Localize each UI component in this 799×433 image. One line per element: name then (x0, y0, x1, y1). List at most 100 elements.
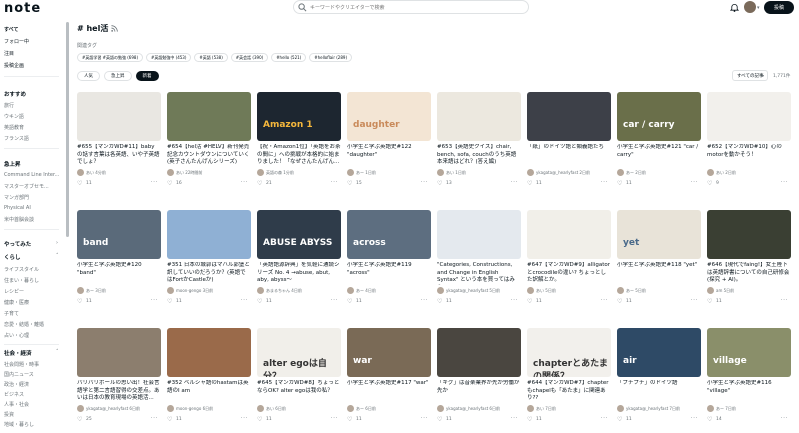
heart-icon[interactable]: ♡ (527, 180, 532, 187)
author-avatar[interactable] (617, 405, 624, 412)
heart-icon[interactable]: ♡ (347, 298, 352, 305)
article-thumbnail[interactable] (77, 92, 161, 141)
heart-icon[interactable]: ♡ (347, 416, 352, 423)
author-name[interactable]: あー 1日前 (356, 170, 376, 176)
article-thumbnail[interactable]: air (617, 328, 701, 377)
heart-icon[interactable]: ♡ (77, 180, 82, 187)
author-avatar[interactable] (347, 287, 354, 294)
author-name[interactable]: あー 5日前 (626, 288, 646, 294)
post-button[interactable]: 投稿 (764, 1, 794, 14)
article-title[interactable]: #653【英語史クイズ】chair, bench, sofa, couchのうち… (437, 144, 521, 167)
article-author[interactable]: am 5日前 (707, 287, 791, 295)
more-icon[interactable]: ··· (601, 297, 608, 304)
author-avatar[interactable] (167, 287, 174, 294)
more-icon[interactable]: ··· (151, 297, 158, 304)
author-name[interactable]: ykagata@_hearlyfast 5日前 (446, 288, 500, 294)
author-avatar[interactable] (437, 405, 444, 412)
sidebar-item-recommend[interactable]: 旅行 (4, 102, 14, 109)
article-thumbnail[interactable] (167, 210, 251, 259)
article-thumbnail[interactable]: across (347, 210, 431, 259)
heart-icon[interactable]: ♡ (167, 180, 172, 187)
article-thumbnail[interactable]: band (77, 210, 161, 259)
article-author[interactable]: あー 3日前 (77, 287, 161, 295)
more-icon[interactable]: ··· (781, 297, 788, 304)
article-title[interactable]: バリバリポールの思い出！社会言語学と第二言語習得の交差点。あいは日本の教育現場の… (77, 380, 161, 403)
article-type-select[interactable]: すべての記事 ▾ (732, 70, 768, 81)
author-avatar[interactable] (437, 287, 444, 294)
heart-icon[interactable]: ♡ (257, 180, 262, 187)
article-author[interactable]: あい 7日前 (527, 405, 611, 413)
article-thumbnail[interactable]: car / carry (617, 92, 701, 141)
article-title[interactable]: #654【hel活 #HELV】新刊発売記念カウントダウンについていく(英子さん… (167, 144, 251, 167)
article-thumbnail[interactable]: yet (617, 210, 701, 259)
sidebar-item-society[interactable]: ビジネス (4, 391, 24, 398)
sidebar-item-life[interactable]: レシピー (4, 288, 24, 295)
more-icon[interactable]: ··· (241, 415, 248, 422)
article-title[interactable]: 小学生と学ぶ英語史#122 "daughter" (347, 144, 431, 159)
tab-0[interactable]: 人気 (77, 71, 100, 81)
article-title[interactable]: #647【マンガWD#9】alligatorとcrocodileの違い? ちょっ… (527, 262, 611, 285)
heart-icon[interactable]: ♡ (347, 180, 352, 187)
search-box[interactable] (293, 0, 529, 14)
article-thumbnail[interactable] (437, 92, 521, 141)
author-avatar[interactable] (527, 287, 534, 294)
more-icon[interactable]: ··· (331, 297, 338, 304)
heart-icon[interactable]: ♡ (527, 298, 532, 305)
sidebar-section-trymore[interactable]: やってみた (4, 240, 31, 248)
author-name[interactable]: あー 7日前 (716, 406, 736, 412)
author-name[interactable]: あい 2日前 (716, 170, 736, 176)
author-avatar[interactable] (527, 405, 534, 412)
heart-icon[interactable]: ♡ (257, 298, 262, 305)
author-avatar[interactable] (257, 287, 264, 294)
heart-icon[interactable]: ♡ (257, 416, 262, 423)
more-icon[interactable]: ··· (241, 297, 248, 304)
article-title[interactable]: 小学生と学ぶ英語史#117 "war" (347, 380, 431, 388)
article-title[interactable]: 小学生と学ぶ英語史#118 "yet" (617, 262, 701, 270)
chevron-right-icon[interactable]: › (56, 240, 58, 246)
author-name[interactable]: あい 6日前 (266, 406, 286, 412)
sidebar-item-recommend[interactable]: ウキン語 (4, 113, 24, 120)
heart-icon[interactable]: ♡ (437, 416, 442, 423)
sidebar-item-recommend[interactable]: 英語教育 (4, 124, 24, 131)
sidebar-item-life[interactable]: 健康・医療 (4, 299, 29, 306)
author-avatar[interactable] (347, 169, 354, 176)
more-icon[interactable]: ··· (601, 179, 608, 186)
rss-icon[interactable] (111, 25, 118, 32)
article-title[interactable]: 「プチプチ」のドイツ語 (617, 380, 701, 388)
author-name[interactable]: あい 22時間前 (176, 170, 202, 176)
author-name[interactable]: ykagata@_hearlyfast 6日前 (446, 406, 500, 412)
article-thumbnail[interactable]: chapterとあたまの関係？ (527, 328, 611, 377)
article-author[interactable]: ykagata@_hearlyfast 2日前 (527, 169, 611, 177)
article-author[interactable]: あい 6日前 (257, 405, 341, 413)
article-author[interactable]: あい 2日前 (707, 169, 791, 177)
article-author[interactable]: あー 6日前 (347, 405, 431, 413)
sidebar-item-society[interactable]: 投資 (4, 411, 14, 418)
sidebar-item-featured-tag[interactable]: マンガ部門 (4, 194, 29, 201)
author-avatar[interactable] (77, 169, 84, 176)
article-author[interactable]: 英語の森 1分前 (257, 169, 341, 177)
chevron-down-icon[interactable]: ▾ (757, 5, 760, 11)
more-icon[interactable]: ··· (781, 415, 788, 422)
author-avatar[interactable] (527, 169, 534, 176)
article-thumbnail[interactable]: alter egoは自分？ (257, 328, 341, 377)
author-name[interactable]: あい 5日前 (536, 288, 556, 294)
article-title[interactable]: 小学生と学ぶ英語史#119 "across" (347, 262, 431, 277)
author-avatar[interactable] (167, 169, 174, 176)
heart-icon[interactable]: ♡ (167, 298, 172, 305)
article-author[interactable]: あい 1日前 (437, 169, 521, 177)
article-title[interactable]: #646【現代でfaing!】女王陛下は英語辞書についての自己研修会(探究 + … (707, 262, 791, 285)
sidebar-scrollbar[interactable] (66, 22, 69, 237)
note-logo[interactable]: note (4, 1, 41, 16)
chevron-up-icon[interactable]: ˄ (56, 349, 59, 355)
article-title[interactable]: #655【マンガWD#11】baby の話す言葉は各英語、いや子英語でしょ？ (77, 144, 161, 167)
article-thumbnail[interactable] (167, 92, 251, 141)
article-title[interactable]: 「ギグ」は音楽業界が先か労働が先か (437, 380, 521, 395)
author-name[interactable]: あー 3日前 (86, 288, 106, 294)
article-title[interactable]: #652【マンガWD#10】心のmotorを動かそう！ (707, 144, 791, 159)
sidebar-item-life[interactable]: 子育て (4, 310, 19, 317)
article-thumbnail[interactable] (527, 210, 611, 259)
search-input[interactable] (310, 2, 520, 13)
sidebar-section-life[interactable]: くらし (4, 253, 21, 261)
tag-chip[interactable]: #英語学習 #英語の勉強 (698) (77, 53, 144, 62)
author-name[interactable]: ykagata@_hearlyfast 7日前 (626, 406, 680, 412)
